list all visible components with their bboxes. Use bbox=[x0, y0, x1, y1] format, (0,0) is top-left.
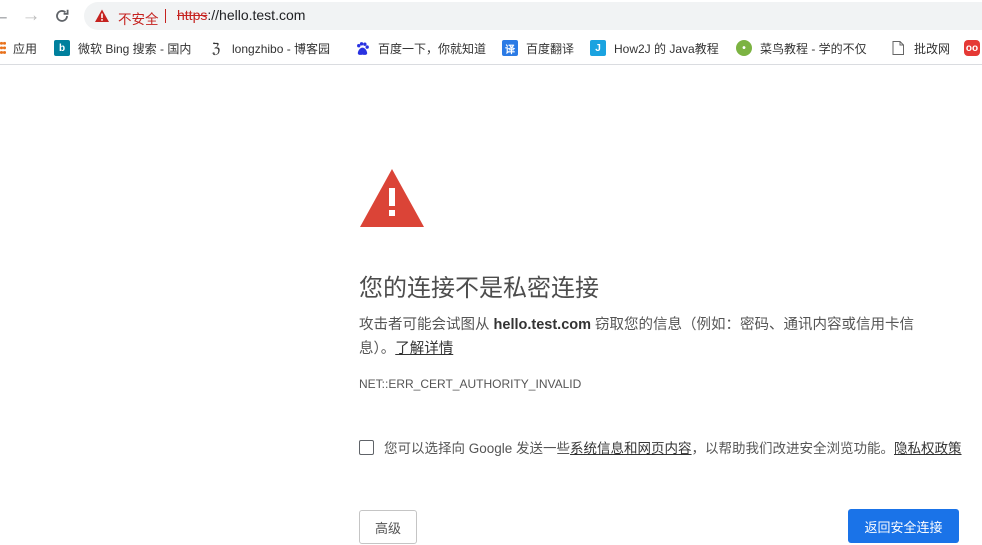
optin-checkbox[interactable] bbox=[359, 439, 374, 455]
desc-prefix: 攻击者可能会试图从 bbox=[359, 317, 494, 333]
bookmark-label: 菜鸟教程 - 学的不仅 bbox=[760, 41, 867, 56]
page-title: 您的连接不是私密连接 bbox=[359, 275, 599, 302]
bookmark-bing[interactable]: b 微软 Bing 搜索 - 国内 bbox=[54, 38, 192, 58]
bing-icon: b bbox=[54, 40, 70, 56]
url-scheme: https bbox=[177, 7, 208, 23]
bookmark-cnblogs[interactable]: ℨ longzhibo - 博客园 bbox=[208, 38, 330, 58]
forward-arrow-icon[interactable]: → bbox=[19, 4, 43, 28]
address-bar[interactable]: 不安全 https://hello.test.com bbox=[84, 2, 982, 30]
warning-triangle-icon[interactable] bbox=[94, 8, 110, 24]
system-info-link[interactable]: 系统信息和网页内容 bbox=[570, 437, 692, 457]
url-host: ://hello.test.com bbox=[207, 7, 306, 23]
url-text[interactable]: https://hello.test.com bbox=[177, 7, 305, 23]
omnibox-divider bbox=[165, 9, 166, 23]
bookmark-label: 百度一下，你就知道 bbox=[378, 41, 487, 56]
bookmark-owl[interactable]: oo bbox=[964, 38, 982, 58]
optin-prefix: 您可以选择向 Google 发送一些 bbox=[384, 441, 571, 456]
desc-host: hello.test.com bbox=[493, 317, 592, 333]
bookmark-how2j[interactable]: J How2J 的 Java教程 bbox=[590, 38, 719, 58]
browser-toolbar: ← → 不安全 https://hello.test.com bbox=[0, 0, 982, 32]
apps-icon bbox=[0, 41, 6, 55]
bookmarks-bar: 应用 b 微软 Bing 搜索 - 国内 ℨ longzhibo - 博客园 百… bbox=[0, 32, 982, 65]
back-arrow-icon[interactable]: ← bbox=[0, 4, 13, 28]
bookmark-runoob[interactable]: • 菜鸟教程 - 学的不仅 bbox=[736, 38, 874, 58]
safe-browsing-optin: 您可以选择向 Google 发送一些 系统信息和网页内容 ，以帮助我们改进安全浏览功… bbox=[359, 437, 962, 457]
back-to-safety-button[interactable]: 返回安全连接 bbox=[848, 509, 959, 543]
bookmark-label: longzhibo - 博客园 bbox=[232, 41, 331, 56]
privacy-policy-link[interactable]: 隐私权政策 bbox=[894, 437, 962, 457]
runoob-icon: • bbox=[736, 40, 752, 56]
bookmark-apps[interactable]: 应用 bbox=[0, 38, 37, 58]
error-code[interactable]: NET::ERR_CERT_AUTHORITY_INVALID bbox=[359, 377, 581, 391]
reload-icon[interactable] bbox=[50, 4, 74, 28]
baidu-icon bbox=[354, 40, 370, 56]
error-description: 攻击者可能会试图从 hello.test.com 窃取您的信息（例如：密码、通讯… bbox=[359, 313, 949, 361]
bookmark-label: 微软 Bing 搜索 - 国内 bbox=[78, 41, 192, 56]
advanced-button[interactable]: 高级 bbox=[359, 510, 417, 544]
optin-middle: ，以帮助我们改进安全浏览功能。 bbox=[691, 441, 895, 456]
learn-more-link[interactable]: 了解详情 bbox=[395, 341, 453, 357]
owl-icon: oo bbox=[964, 40, 980, 56]
how2j-icon: J bbox=[590, 40, 606, 56]
warning-triangle-icon bbox=[360, 169, 424, 227]
baidu-translate-icon: 译 bbox=[502, 40, 518, 56]
page-icon bbox=[890, 40, 906, 56]
bookmark-label: How2J 的 Java教程 bbox=[614, 41, 719, 56]
bookmark-baidu-translate[interactable]: 译 百度翻译 bbox=[502, 38, 574, 58]
bookmark-baidu[interactable]: 百度一下，你就知道 bbox=[354, 38, 486, 58]
bookmark-pigai[interactable]: 批改网 bbox=[890, 38, 950, 58]
bookmark-label: 百度翻译 bbox=[526, 41, 575, 56]
cnblogs-icon: ℨ bbox=[211, 39, 221, 56]
bookmark-label: 应用 bbox=[13, 41, 38, 56]
bookmark-label: 批改网 bbox=[914, 41, 951, 56]
privacy-error-page: 您的连接不是私密连接 攻击者可能会试图从 hello.test.com 窃取您的… bbox=[0, 65, 982, 545]
not-secure-label[interactable]: 不安全 bbox=[118, 8, 159, 28]
